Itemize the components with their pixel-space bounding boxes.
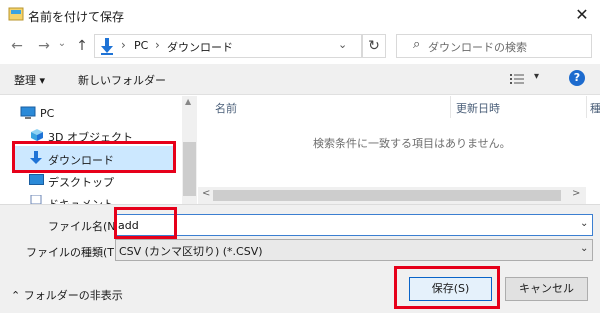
chevron-down-icon: ⌄ [57,38,67,49]
column-header-type[interactable]: 種 [590,100,600,116]
highlight-downloads [12,141,176,173]
refresh-icon: ↻ [368,38,380,54]
sidebar-item-pc[interactable]: PC [40,107,54,120]
breadcrumb-downloads[interactable]: ダウンロード [167,39,233,55]
chevron-right-icon[interactable]: › [155,38,160,52]
sidebar-scroll-thumb[interactable] [183,142,196,196]
close-icon: ✕ [575,5,589,24]
view-dropdown-icon[interactable]: ▾ [534,71,539,82]
up-arrow-icon: ↑ [76,38,88,54]
column-separator[interactable] [450,96,451,118]
highlight-save-button [394,266,500,309]
scroll-left-icon[interactable]: < [202,188,210,199]
organize-button[interactable]: 整理 ▾ [14,72,45,88]
sidebar-item-documents-clip: ドキュメント [48,196,180,204]
close-button[interactable]: ✕ [570,4,594,26]
scroll-up-icon[interactable]: ▲ [185,97,191,106]
file-type-dropdown-icon[interactable]: ⌄ [580,243,588,254]
forward-arrow-icon: → [38,38,50,54]
save-dialog-icon [8,7,24,21]
empty-results-message: 検索条件に一致する項目はありません。 [313,137,511,150]
up-button[interactable]: ↑ [74,36,90,56]
hide-folders-toggle[interactable]: ⌃ フォルダーの非表示 [11,287,123,303]
chevron-right-icon: › [121,38,126,52]
document-icon [30,195,42,204]
back-button[interactable]: ← [8,36,26,56]
column-separator[interactable] [586,96,587,118]
cube-icon [31,129,43,141]
address-dropdown-icon[interactable]: ⌄ [338,38,347,51]
column-header-name[interactable]: 名前 [215,100,237,116]
recent-locations-button[interactable]: ⌄ [56,34,68,54]
download-arrow-icon [101,38,113,55]
file-name-label: ファイル名(N): [48,220,124,233]
cancel-button[interactable]: キャンセル [505,277,588,301]
file-type-label: ファイルの種類(T): [26,246,123,259]
refresh-button[interactable]: ↻ [362,34,386,58]
desktop-icon [29,174,44,185]
view-options-icon[interactable] [510,73,524,85]
highlight-file-name [114,207,177,239]
computer-icon [20,106,36,119]
sidebar-item-documents[interactable]: ドキュメント [48,196,180,204]
window-title: 名前を付けて保存 [28,10,125,24]
column-header-modified[interactable]: 更新日時 [456,100,500,116]
help-icon: ? [573,71,581,84]
breadcrumb-pc[interactable]: PC [134,39,148,52]
file-name-input[interactable] [115,214,593,236]
forward-button[interactable]: → [35,36,53,56]
new-folder-button[interactable]: 新しいフォルダー [78,72,166,88]
horizontal-scroll-thumb[interactable] [213,190,561,201]
file-name-dropdown-icon[interactable]: ⌄ [580,218,588,229]
search-icon: ⌕ [413,37,421,52]
help-button[interactable]: ? [569,70,585,86]
back-arrow-icon: ← [11,38,23,54]
search-placeholder[interactable]: ダウンロードの検索 [428,39,527,55]
scroll-right-icon[interactable]: > [572,188,580,199]
file-type-value[interactable]: CSV (カンマ区切り) (*.CSV) [119,243,263,259]
sidebar-item-desktop[interactable]: デスクトップ [48,174,114,190]
